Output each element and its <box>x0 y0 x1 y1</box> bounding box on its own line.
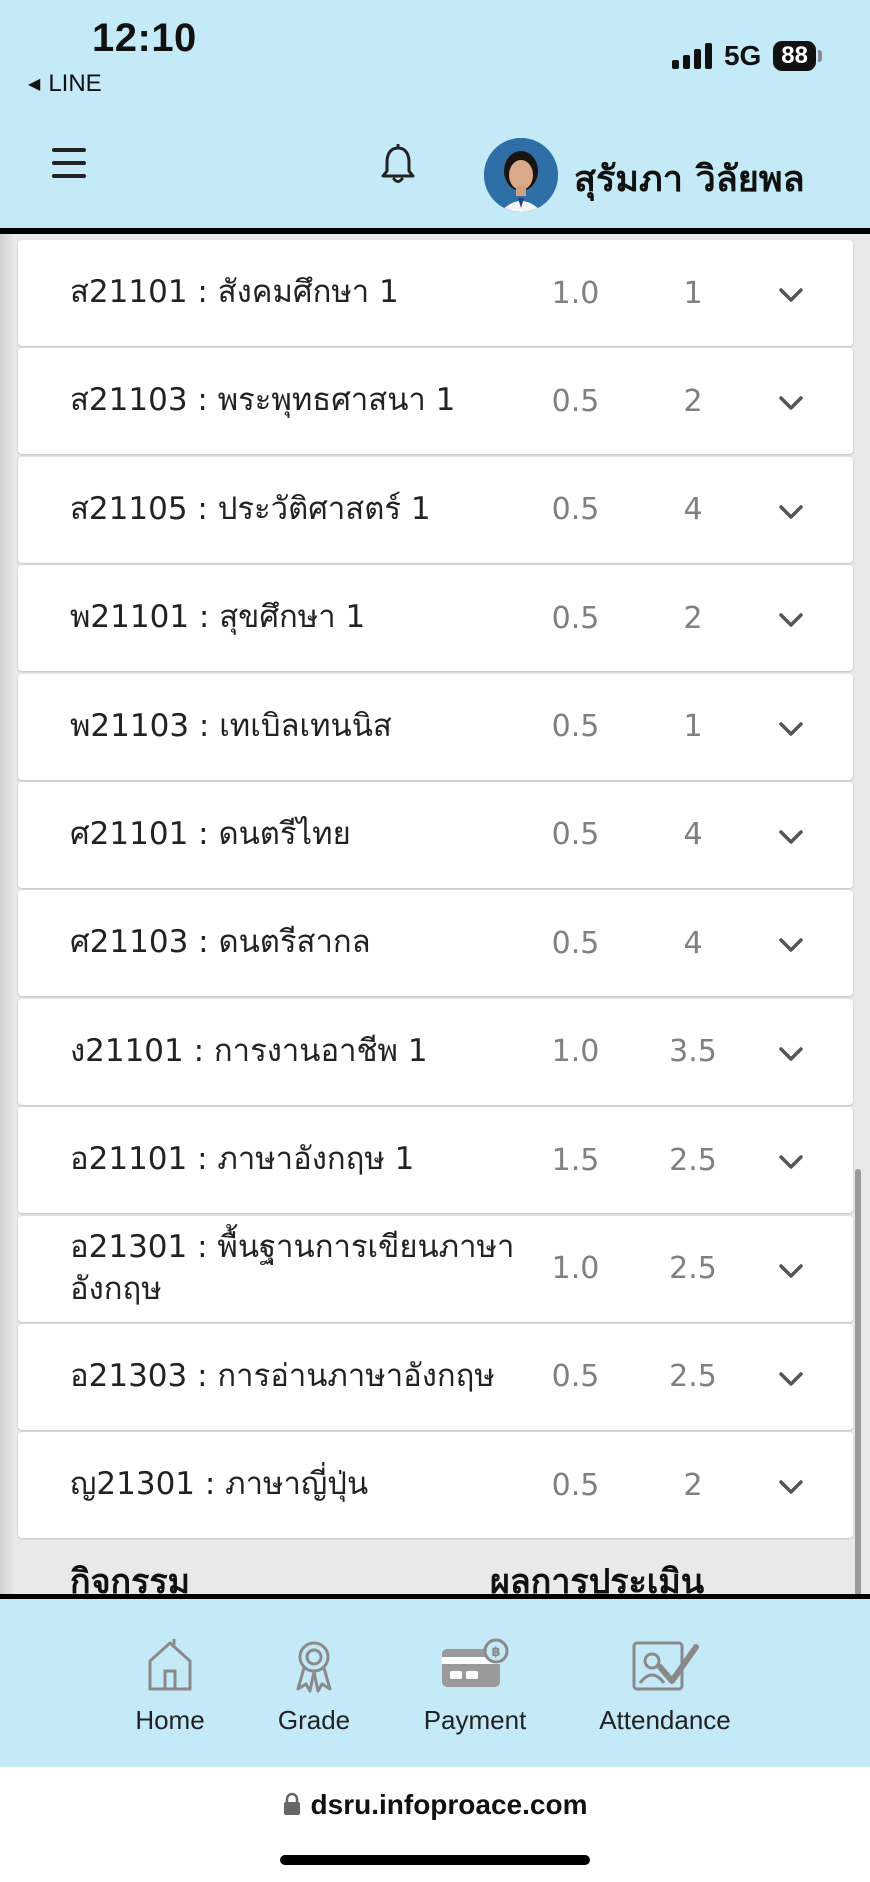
course-credit: 1.0 <box>551 1034 600 1070</box>
chevron-down-icon[interactable] <box>776 497 806 527</box>
course-grade: 2 <box>683 1467 703 1503</box>
course-name: ง21101 : การงานอาชีพ 1 <box>70 1032 428 1069</box>
status-time: 12:10 <box>92 16 197 60</box>
grade-content[interactable]: ส21101 : สังคมศึกษา 1 1.0 1 ส21103 : พระ… <box>0 234 870 1596</box>
course-name: พ21103 : เทเบิลเทนนิส <box>70 707 392 744</box>
course-row[interactable]: พ21101 : สุขศึกษา 1 0.5 2 <box>18 565 853 672</box>
course-row[interactable]: ง21101 : การงานอาชีพ 1 1.0 3.5 <box>18 998 853 1105</box>
chevron-down-icon[interactable] <box>776 1364 806 1394</box>
user-name: สุรัมภา วิลัยพล <box>574 159 805 200</box>
course-grade: 2 <box>683 383 703 419</box>
nav-grade[interactable]: Grade <box>264 1637 364 1757</box>
network-type: 5G <box>723 40 762 71</box>
course-row[interactable]: ส21105 : ประวัติศาสตร์ 1 0.5 4 <box>18 456 853 563</box>
content-left-edge <box>0 234 14 1596</box>
award-icon <box>296 1641 332 1693</box>
course-name: ญ21301 : ภาษาญี่ปุ่น <box>70 1466 369 1503</box>
scrollbar[interactable] <box>855 1169 861 1596</box>
back-app-label: LINE <box>48 70 102 97</box>
chevron-down-icon[interactable] <box>776 280 806 310</box>
course-credit: 1.0 <box>551 275 600 311</box>
nav-attendance[interactable]: Attendance <box>590 1637 740 1757</box>
bottom-nav: Home Grade ฿ Payment Attendance <box>0 1599 870 1767</box>
course-credit: 0.5 <box>551 1467 600 1503</box>
nav-home[interactable]: Home <box>120 1637 220 1757</box>
menu-icon[interactable] <box>52 148 86 178</box>
course-grade: 4 <box>683 817 703 853</box>
course-name: ส21105 : ประวัติศาสตร์ 1 <box>70 490 431 527</box>
evaluation-column-label: ผลการประเมิน <box>490 1562 705 1596</box>
battery-level: 88 <box>773 41 816 71</box>
course-row[interactable]: อ21101 : ภาษาอังกฤษ 1 1.5 2.5 <box>18 1107 853 1214</box>
chevron-down-icon[interactable] <box>776 1147 806 1177</box>
course-grade: 1 <box>683 275 703 311</box>
course-row[interactable]: อ21301 : พื้นฐานการเขียนภาษาอังกฤษ 1.0 2… <box>18 1215 853 1322</box>
course-grade: 2.5 <box>669 1142 717 1178</box>
course-credit: 0.5 <box>551 817 600 853</box>
back-triangle-icon: ◀ <box>28 76 41 93</box>
back-to-app-button[interactable]: ◀ LINE <box>28 70 102 98</box>
url-text: dsru.infoproace.com <box>310 1789 588 1820</box>
status-indicators: 5G 88 <box>671 40 822 72</box>
bell-icon[interactable] <box>378 144 418 186</box>
course-grade: 2.5 <box>669 1251 717 1287</box>
course-credit: 0.5 <box>551 600 600 636</box>
nav-label: Home <box>135 1705 205 1735</box>
course-grade: 4 <box>683 492 703 528</box>
course-name: อ21301 : พื้นฐานการเขียนภาษาอังกฤษ <box>70 1228 515 1307</box>
course-grade: 1 <box>683 709 703 745</box>
course-credit: 0.5 <box>551 492 600 528</box>
course-grade: 2.5 <box>669 1359 717 1395</box>
course-credit: 1.0 <box>551 1251 600 1287</box>
svg-text:฿: ฿ <box>491 1645 500 1660</box>
lock-icon <box>283 1792 300 1815</box>
chevron-down-icon[interactable] <box>776 388 806 418</box>
chevron-down-icon[interactable] <box>776 1472 806 1502</box>
course-row[interactable]: ส21101 : สังคมศึกษา 1 1.0 1 <box>18 240 853 346</box>
chevron-down-icon[interactable] <box>776 930 806 960</box>
course-row[interactable]: พ21103 : เทเบิลเทนนิส 0.5 1 <box>18 673 853 780</box>
nav-label: Attendance <box>599 1705 731 1735</box>
course-credit: 0.5 <box>551 709 600 745</box>
nav-label: Payment <box>423 1705 527 1735</box>
chevron-down-icon[interactable] <box>776 714 806 744</box>
chevron-down-icon[interactable] <box>776 1256 806 1286</box>
course-credit: 0.5 <box>551 925 600 961</box>
payment-card-icon: ฿ <box>442 1638 509 1687</box>
course-name: ส21101 : สังคมศึกษา 1 <box>70 274 399 311</box>
course-row[interactable]: ญ21301 : ภาษาญี่ปุ่น 0.5 2 <box>18 1432 853 1539</box>
nav-label: Grade <box>277 1705 351 1735</box>
avatar[interactable] <box>484 138 558 212</box>
course-row[interactable]: ศ21101 : ดนตรีไทย 0.5 4 <box>18 781 853 888</box>
course-name: ศ21103 : ดนตรีสากล <box>70 924 371 961</box>
home-icon <box>148 1639 192 1691</box>
course-name: ศ21101 : ดนตรีไทย <box>70 816 351 853</box>
nav-payment[interactable]: ฿ Payment <box>410 1637 540 1757</box>
course-row[interactable]: ศ21103 : ดนตรีสากล 0.5 4 <box>18 890 853 997</box>
cellular-signal-icon <box>671 43 712 69</box>
battery-icon: 88 <box>773 41 822 71</box>
course-row[interactable]: ส21103 : พระพุทธศาสนา 1 0.5 2 <box>18 348 853 455</box>
url-display[interactable]: dsru.infoproace.com <box>0 1789 870 1821</box>
course-row[interactable]: อ21303 : การอ่านภาษาอังกฤษ 0.5 2.5 <box>18 1323 853 1430</box>
course-list: ส21101 : สังคมศึกษา 1 1.0 1 ส21103 : พระ… <box>18 240 853 1541</box>
course-credit: 1.5 <box>551 1142 600 1178</box>
activity-column-label: กิจกรรม <box>70 1562 191 1596</box>
course-name: พ21101 : สุขศึกษา 1 <box>70 599 366 636</box>
attendance-check-icon <box>632 1641 699 1691</box>
course-credit: 0.5 <box>551 1359 600 1395</box>
chevron-down-icon[interactable] <box>776 605 806 635</box>
course-grade: 2 <box>683 600 703 636</box>
activity-table-header: กิจกรรม ผลการประเมิน <box>70 1554 830 1596</box>
course-name: ส21103 : พระพุทธศาสนา 1 <box>70 382 456 419</box>
home-indicator[interactable] <box>280 1855 590 1865</box>
course-grade: 4 <box>683 925 703 961</box>
course-name: อ21303 : การอ่านภาษาอังกฤษ <box>70 1357 495 1394</box>
chevron-down-icon[interactable] <box>776 822 806 852</box>
course-credit: 0.5 <box>551 383 600 419</box>
course-name: อ21101 : ภาษาอังกฤษ 1 <box>70 1141 415 1178</box>
chevron-down-icon[interactable] <box>776 1039 806 1069</box>
top-header: 12:10 ◀ LINE 5G 88 สุรัมภา วิลัยพล <box>0 0 870 230</box>
course-grade: 3.5 <box>669 1034 717 1070</box>
